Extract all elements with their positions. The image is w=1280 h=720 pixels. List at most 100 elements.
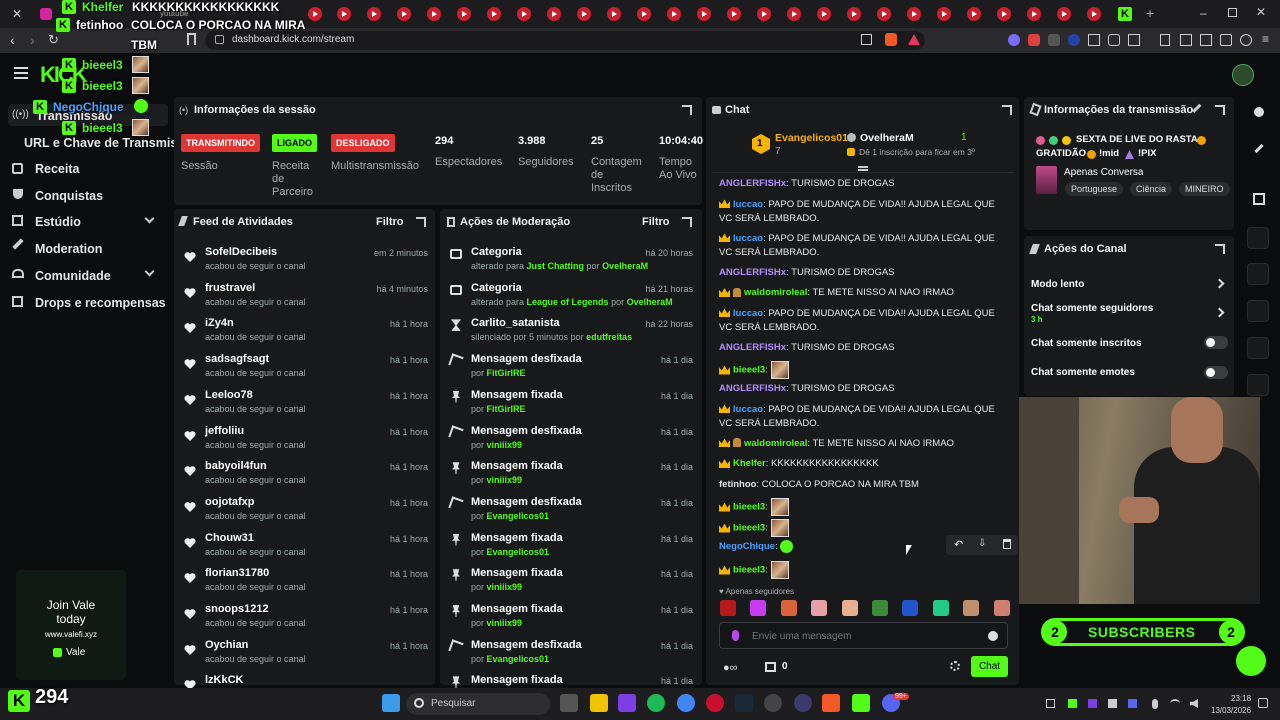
mod-by-user[interactable]: viniiix99: [487, 582, 523, 592]
extension-icon[interactable]: [1088, 34, 1100, 46]
chat-username[interactable]: ANGLERFISHx: [719, 383, 786, 394]
mod-by-user[interactable]: OvelheraM: [602, 261, 648, 271]
feed-item[interactable]: babyoil4fun acabou de seguir o canal há 1 …: [178, 460, 430, 496]
feed-username[interactable]: Leeloo78: [205, 389, 253, 401]
youtube-tab-icon[interactable]: [487, 7, 501, 21]
extension-icon[interactable]: [1128, 34, 1140, 46]
emote-button[interactable]: [841, 600, 858, 616]
back-icon[interactable]: ‹: [10, 32, 15, 48]
sidebar-item-conquistas[interactable]: Conquistas: [35, 189, 103, 203]
feed-item[interactable]: jeffoliiu acabou de seguir o canal há 1 ho…: [178, 425, 430, 461]
subs-chat-toggle[interactable]: [1204, 336, 1228, 349]
support-button[interactable]: [1236, 646, 1266, 676]
chat-username[interactable]: ANGLERFISHx: [719, 342, 786, 353]
wallet-icon[interactable]: [1220, 34, 1232, 46]
youtube-tab-icon[interactable]: [727, 7, 741, 21]
scroll-handle-icon[interactable]: [858, 166, 868, 168]
site-info-icon[interactable]: [215, 35, 224, 44]
chat-input[interactable]: [752, 628, 972, 644]
microphone-tray-icon[interactable]: [1152, 699, 1158, 709]
youtube-tab-icon[interactable]: [937, 7, 951, 21]
youtube-tab-icon[interactable]: [1057, 7, 1071, 21]
chat-input-box[interactable]: [719, 622, 1008, 649]
brave-rewards-icon[interactable]: [908, 34, 920, 45]
chat-username[interactable]: bieeel3: [733, 523, 765, 534]
emote-button[interactable]: [963, 600, 980, 616]
kick-app-icon[interactable]: [852, 694, 870, 712]
promo-card[interactable]: Join Vale today www.valefi.xyz Vale: [16, 570, 126, 680]
expand-icon[interactable]: [416, 217, 426, 227]
moderation-item[interactable]: Mensagem desfixada por viniiix99 há 1 dia: [447, 425, 697, 461]
brave-icon[interactable]: [822, 694, 840, 712]
reload-icon[interactable]: ↻: [48, 32, 59, 48]
broadcast-icon[interactable]: [1247, 337, 1269, 359]
chat-message[interactable]: bieeel3:: [719, 498, 1009, 516]
followers-chat-label[interactable]: Chat somente seguidores: [1031, 303, 1153, 314]
chevron-down-icon[interactable]: [144, 213, 155, 224]
tray-icon[interactable]: [1068, 699, 1077, 708]
moderation-item[interactable]: Mensagem fixada por viniiix99 há 1 dia: [447, 567, 697, 603]
extension-icon[interactable]: [1028, 34, 1040, 46]
chat-username[interactable]: luccao: [733, 404, 763, 415]
pin-icon[interactable]: ⇩: [978, 538, 986, 549]
feed-username[interactable]: frustravel: [205, 282, 255, 294]
new-tab-icon[interactable]: +: [1146, 5, 1154, 21]
forward-icon[interactable]: ›: [30, 32, 35, 48]
feed-item[interactable]: sadsagfsagt acabou de seguir o canal há 1 …: [178, 353, 430, 389]
feed-username[interactable]: lzKkCK: [205, 674, 244, 686]
feed-item[interactable]: snoops1212 acabou de seguir o canal há 1 h…: [178, 603, 430, 639]
feed-item[interactable]: Oychian acabou de seguir o canal há 1 hora: [178, 639, 430, 675]
youtube-tab-icon[interactable]: [397, 7, 411, 21]
mod-by-user[interactable]: viniiix99: [487, 618, 523, 628]
mod-by-user[interactable]: FitGirlRE: [487, 368, 526, 378]
undo-icon[interactable]: ↶: [954, 538, 963, 551]
chat-icon[interactable]: [1247, 300, 1269, 322]
feed-item[interactable]: frustravel acabou de seguir o canal há 4 m…: [178, 282, 430, 318]
feed-username[interactable]: florian31780: [205, 567, 269, 579]
moderation-item[interactable]: Carlito_satanista silenciado por 5 minuto…: [447, 317, 697, 353]
mod-target[interactable]: League of Legends: [527, 297, 609, 307]
emote-button[interactable]: [780, 600, 797, 616]
sidebar-item-moderation[interactable]: Moderation: [35, 242, 102, 256]
chat-message[interactable]: waldomiroleal: TE METE NISSO AI NAO IRMA…: [719, 437, 1009, 451]
youtube-tab-icon[interactable]: [877, 7, 891, 21]
chat-message[interactable]: waldomiroleal: TE METE NISSO AI NAO IRMA…: [719, 286, 1009, 300]
emoji-icon[interactable]: [988, 631, 998, 641]
expand-icon[interactable]: [1215, 244, 1225, 254]
maximize-icon[interactable]: [1228, 8, 1237, 17]
chat-username[interactable]: NegoChique: [719, 541, 775, 552]
feed-item[interactable]: oojotafxp acabou de seguir o canal há 1 ho…: [178, 496, 430, 532]
menu-icon[interactable]: ≡: [1262, 32, 1269, 46]
youtube-tab-icon[interactable]: [367, 7, 381, 21]
layout-icon[interactable]: [1247, 374, 1269, 396]
moderation-item[interactable]: Categoria alterado para Just Chatting por…: [447, 246, 697, 282]
app-icon[interactable]: [794, 694, 812, 712]
chat-message[interactable]: ANGLERFISHx: TURISMO DE DROGAS: [719, 177, 1009, 191]
wifi-icon[interactable]: [1170, 699, 1180, 708]
task-view-icon[interactable]: [560, 694, 578, 712]
edit-icon[interactable]: [1254, 143, 1264, 154]
mod-target[interactable]: Just Chatting: [527, 261, 585, 271]
moderation-item[interactable]: Mensagem fixada por viniiix99 há 1 dia: [447, 460, 697, 496]
kick-tab-icon[interactable]: K: [1118, 7, 1132, 21]
file-explorer-icon[interactable]: [590, 694, 608, 712]
mod-by-user[interactable]: Evangelicos01: [487, 547, 550, 557]
document-icon[interactable]: [1247, 263, 1269, 285]
chat-username[interactable]: fetinhoo: [719, 479, 756, 490]
emote-button[interactable]: [872, 600, 888, 616]
feed-item[interactable]: florian31780 acabou de seguir o canal há 1…: [178, 567, 430, 603]
youtube-tab-icon[interactable]: [907, 7, 921, 21]
feed-username[interactable]: oojotafxp: [205, 496, 255, 508]
second-gifter-name[interactable]: OvelheraM: [860, 132, 914, 144]
frame-icon[interactable]: [1253, 193, 1265, 205]
settings-icon[interactable]: [950, 661, 960, 671]
youtube-tab-icon[interactable]: [637, 7, 651, 21]
vpn-icon[interactable]: [1240, 34, 1252, 46]
mod-by-user[interactable]: Evangelicos01: [487, 654, 550, 664]
extension-icon[interactable]: [1108, 34, 1120, 46]
moderation-item[interactable]: Mensagem desfixada por FitGirlRE há 1 dia: [447, 353, 697, 389]
chat-message[interactable]: luccao: PAPO DE MUDANÇA DE VIDA!! AJUDA …: [719, 307, 1009, 335]
steam-icon[interactable]: [735, 694, 753, 712]
sidebar-item-comunidade[interactable]: Comunidade: [35, 269, 111, 283]
chat-username[interactable]: luccao: [733, 233, 763, 244]
